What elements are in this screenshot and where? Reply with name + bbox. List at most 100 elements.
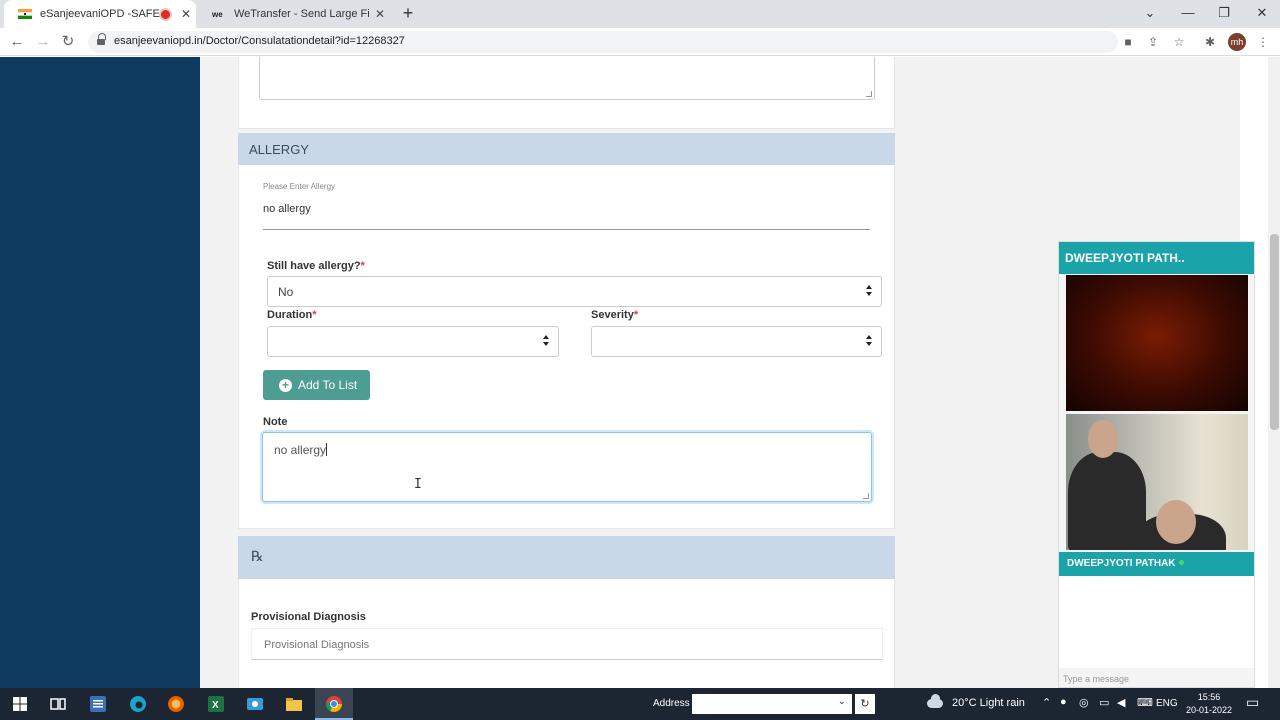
provisional-diagnosis-input[interactable]: Provisional Diagnosis: [251, 628, 883, 660]
svg-text:we: we: [212, 10, 223, 19]
address-go-icon[interactable]: ↻: [855, 694, 875, 714]
allergy-input-underline: [263, 229, 870, 230]
close-tab-icon[interactable]: ✕: [176, 7, 196, 21]
taskbar-clock[interactable]: 15:56 20-01-2022: [1186, 691, 1232, 717]
windows-taskbar: X Address ⌄ ↻ 20°C Light rain ⌃ ● ◎ ▭ ◀ …: [0, 688, 1280, 720]
edge-icon[interactable]: [126, 692, 150, 716]
required-mark: *: [360, 260, 365, 272]
online-status-icon: [1178, 560, 1184, 565]
browser-tab-strip: eSanjeevaniOPD -SAFE HOM ✕ we WeTransfer…: [0, 0, 1280, 28]
taskbar-address-input[interactable]: ⌄: [692, 694, 852, 714]
address-bar[interactable]: esanjeevaniopd.in/Doctor/Consulatationde…: [88, 31, 1118, 53]
severity-label: Severity*: [591, 309, 638, 321]
tab-search-icon[interactable]: ⌄: [1132, 0, 1168, 28]
screen-recorder-icon[interactable]: [243, 692, 267, 716]
provisional-diagnosis-label: Provisional Diagnosis: [251, 611, 366, 623]
still-have-allergy-label: Still have allergy?*: [267, 260, 365, 272]
keyboard-icon[interactable]: ⌨: [1137, 696, 1153, 709]
camera-icon[interactable]: ■: [1119, 33, 1137, 51]
back-icon[interactable]: ←: [6, 32, 28, 52]
reload-icon[interactable]: ↻: [57, 32, 79, 52]
windows-start-icon[interactable]: [8, 692, 32, 716]
lock-icon: [97, 33, 106, 46]
note-text: no allergy: [274, 443, 327, 457]
meet-now-icon[interactable]: ◎: [1079, 696, 1089, 709]
severity-text: Severity: [591, 309, 634, 321]
tray-chevron-icon[interactable]: ⌃: [1042, 696, 1051, 709]
duration-label: Duration*: [267, 309, 317, 321]
task-view-icon[interactable]: [46, 692, 70, 716]
minimize-button[interactable]: —: [1170, 0, 1206, 28]
menu-kebab-icon[interactable]: ⋮: [1254, 33, 1272, 51]
weather-text[interactable]: 20°C Light rain: [952, 697, 1025, 709]
scrollbar-thumb[interactable]: [1270, 234, 1279, 430]
still-have-allergy-text: Still have allergy?: [267, 260, 361, 272]
chevron-down-icon[interactable]: ⌄: [838, 696, 846, 707]
plus-circle-icon: +: [279, 378, 292, 392]
chrome-icon[interactable]: [322, 692, 346, 716]
video-person-face: [1156, 500, 1196, 544]
word-icon[interactable]: [86, 692, 110, 716]
india-flag-icon: [18, 9, 32, 19]
new-tab-button[interactable]: +: [398, 3, 418, 23]
excel-icon[interactable]: X: [204, 692, 228, 716]
language-indicator[interactable]: ENG: [1156, 698, 1178, 709]
tab-title: WeTransfer - Send Large Files &: [234, 8, 370, 20]
text-cursor: [326, 443, 328, 456]
wetransfer-icon: we: [212, 10, 223, 19]
allergy-heading: ALLERGY: [238, 133, 895, 165]
resize-handle-icon[interactable]: [866, 91, 872, 97]
duration-select[interactable]: [267, 326, 559, 357]
video-person-face: [1088, 420, 1118, 458]
network-icon[interactable]: ▭: [1099, 696, 1109, 709]
video-call-header[interactable]: DWEEPJYOTI PATH..: [1059, 242, 1254, 274]
file-explorer-icon[interactable]: [282, 692, 306, 716]
participant-name-bar: DWEEPJYOTI PATHAK: [1059, 552, 1254, 576]
tab-esanjeevani[interactable]: eSanjeevaniOPD -SAFE HOM ✕: [4, 0, 196, 28]
taskbar-address-label: Address: [653, 698, 690, 709]
close-tab-icon[interactable]: ✕: [370, 7, 390, 21]
message-input[interactable]: Type a message: [1059, 670, 1254, 688]
ibeam-cursor-icon: I: [414, 477, 422, 492]
note-textarea[interactable]: no allergy: [262, 432, 872, 502]
video-call-panel: DWEEPJYOTI PATH.. DWEEPJYOTI PATHAK Type…: [1058, 241, 1255, 688]
add-to-list-label: Add To List: [298, 378, 358, 392]
severity-select[interactable]: [591, 326, 882, 357]
microphone-icon[interactable]: ●: [1060, 696, 1067, 708]
forward-icon[interactable]: →: [32, 32, 54, 52]
participant-name: DWEEPJYOTI PATHAK: [1067, 558, 1176, 569]
select-arrows-icon: [543, 335, 549, 349]
clock-time: 15:56: [1197, 692, 1221, 702]
rx-heading: ℞: [238, 536, 895, 579]
previous-textarea[interactable]: [259, 57, 875, 100]
url-text: esanjeevaniopd.in/Doctor/Consulatationde…: [114, 35, 405, 47]
required-mark: *: [633, 309, 639, 321]
recording-icon: [161, 9, 170, 19]
required-mark: *: [312, 309, 317, 321]
bookmark-star-icon[interactable]: ☆: [1170, 33, 1188, 51]
add-to-list-button[interactable]: + Add To List: [263, 370, 370, 400]
allergy-input-label: Please Enter Allergy: [263, 182, 336, 191]
share-icon[interactable]: ⇪: [1144, 33, 1162, 51]
remote-video: [1066, 275, 1248, 411]
firefox-icon[interactable]: [164, 692, 188, 716]
duration-text: Duration: [267, 309, 313, 321]
resize-handle-icon[interactable]: [863, 493, 869, 499]
local-video: [1066, 414, 1248, 550]
still-have-allergy-value: No: [278, 285, 294, 299]
tab-title: eSanjeevaniOPD -SAFE HOM: [40, 8, 161, 20]
profile-avatar[interactable]: mh: [1228, 33, 1246, 51]
extensions-icon[interactable]: ✱: [1201, 33, 1219, 51]
video-person: [1068, 452, 1146, 550]
select-arrows-icon: [866, 335, 872, 349]
allergy-input[interactable]: no allergy: [263, 203, 311, 215]
notification-icon[interactable]: ▭: [1246, 694, 1259, 711]
maximize-button[interactable]: ❐: [1206, 0, 1242, 28]
select-arrows-icon: [866, 285, 872, 299]
still-have-allergy-select[interactable]: No: [267, 276, 882, 307]
chat-messages: [1059, 576, 1254, 668]
close-window-button[interactable]: ✕: [1244, 0, 1280, 28]
app-sidebar: [0, 57, 200, 688]
volume-icon[interactable]: ◀: [1117, 696, 1125, 709]
tab-wetransfer[interactable]: we WeTransfer - Send Large Files & ✕: [198, 0, 390, 28]
